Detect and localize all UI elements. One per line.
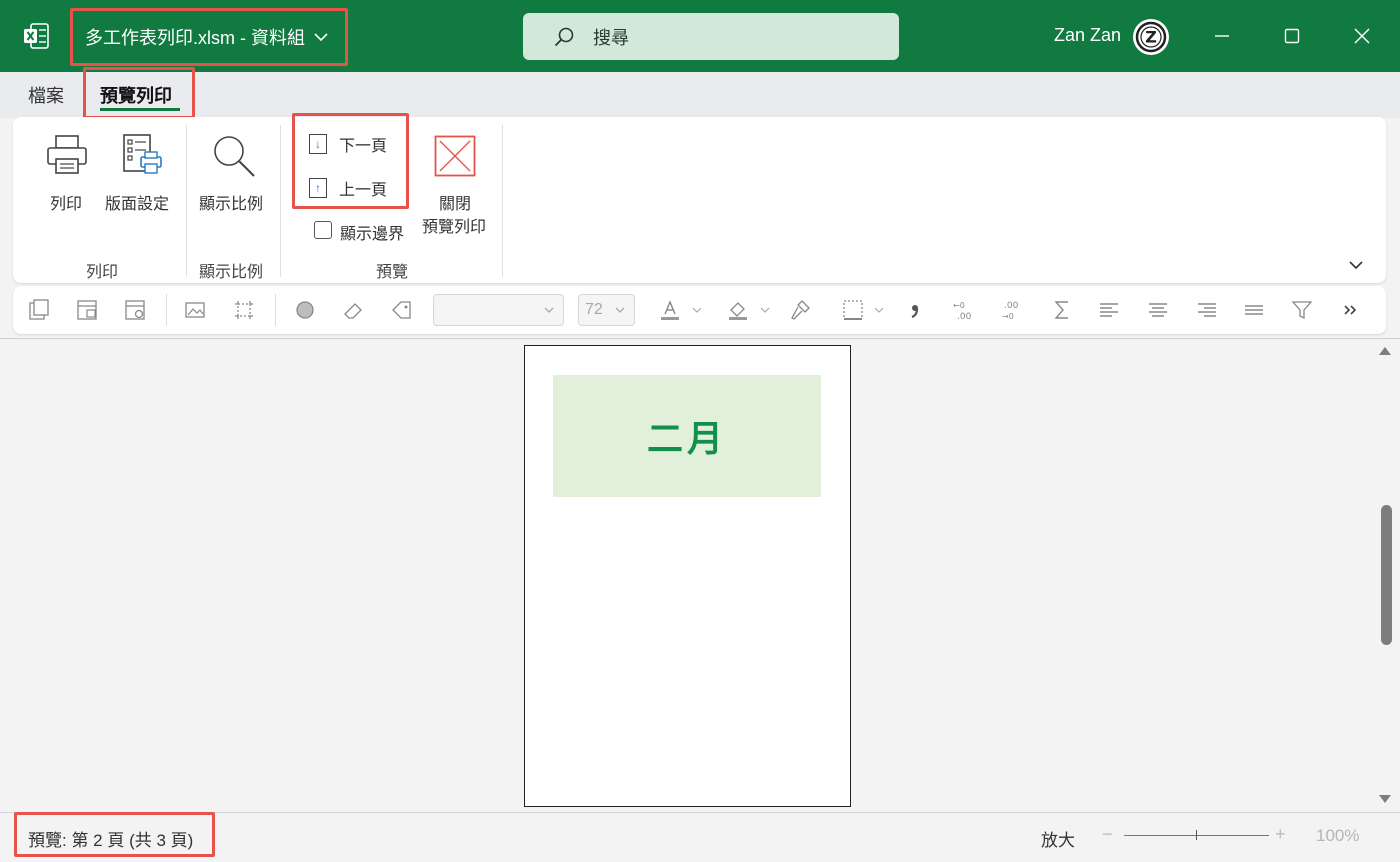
search-box[interactable]: 搜尋 xyxy=(523,13,899,60)
show-margins-label: 顯示邊界 xyxy=(340,226,405,243)
ribbon-separator xyxy=(186,125,187,277)
annotation-highlight-tab xyxy=(83,67,195,119)
toolbar-separator xyxy=(166,294,167,326)
document-title[interactable]: 多工作表列印.xlsm - 資料組 xyxy=(70,8,348,66)
zoom-in-button[interactable]: + xyxy=(1275,824,1286,845)
comma-style-icon[interactable] xyxy=(903,298,927,322)
page-setup-icon xyxy=(123,134,162,174)
zoom-out-button[interactable]: − xyxy=(1102,824,1113,845)
align-right-icon[interactable] xyxy=(1195,298,1219,322)
minimize-icon xyxy=(1215,35,1229,37)
svg-text:←0: ←0 xyxy=(953,301,965,310)
excel-logo-icon xyxy=(24,23,49,49)
document-title-text: 多工作表列印.xlsm - 資料組 xyxy=(85,28,305,48)
svg-text:→0: →0 xyxy=(1002,312,1014,321)
maximize-icon xyxy=(1284,28,1300,44)
quick-toolbar: 72 ←0.00 .00 →0 xyxy=(13,286,1386,334)
zoom-in-label[interactable]: 放大 xyxy=(1041,826,1075,851)
crop-icon[interactable] xyxy=(232,298,256,322)
zoom-button-label: 顯示比例 xyxy=(199,196,264,213)
print-button-label: 列印 xyxy=(50,196,83,213)
font-color-icon[interactable] xyxy=(658,298,682,322)
printer-icon xyxy=(47,135,87,174)
annotation-highlight-nav xyxy=(292,113,409,209)
chevron-down-icon xyxy=(544,307,554,313)
eraser-icon[interactable] xyxy=(341,298,365,322)
zoom-value[interactable]: 100% xyxy=(1316,826,1359,846)
svg-text:.00: .00 xyxy=(957,312,972,322)
ribbon: 列印 版面設定 列印 顯示比例 顯示比例 ↓ 下一頁 ↑ 上一頁 顯示邊界 關閉… xyxy=(13,113,1386,283)
vertical-scrollbar-thumb[interactable] xyxy=(1381,505,1392,645)
tag-icon[interactable] xyxy=(390,298,414,322)
ribbon-separator xyxy=(502,125,503,277)
font-name-select[interactable] xyxy=(433,294,564,326)
show-margins-checkbox[interactable] xyxy=(314,221,332,239)
chevron-down-icon[interactable] xyxy=(873,298,885,322)
decrease-decimal-icon[interactable]: .00→0 xyxy=(1000,298,1024,322)
avatar[interactable]: Z xyxy=(1133,19,1169,55)
filter-icon[interactable] xyxy=(1290,298,1314,322)
align-left-icon[interactable] xyxy=(1097,298,1121,322)
annotation-highlight-status xyxy=(14,812,215,857)
avatar-letter: Z xyxy=(1145,28,1157,47)
avatar-logo-icon: Z xyxy=(1135,21,1167,53)
page-view-icon[interactable] xyxy=(123,298,147,322)
search-icon xyxy=(554,27,574,46)
align-center-icon[interactable] xyxy=(1146,298,1170,322)
close-window-button[interactable] xyxy=(1348,22,1376,50)
font-size-value: 72 xyxy=(585,301,603,318)
close-icon xyxy=(1354,28,1370,44)
shape-fill-icon[interactable] xyxy=(293,298,317,322)
title-bar: 多工作表列印.xlsm - 資料組 搜尋 Zan Zan Z xyxy=(0,0,1400,72)
ribbon-separator xyxy=(280,125,281,277)
maximize-button[interactable] xyxy=(1278,22,1306,50)
page-setup-button-label: 版面設定 xyxy=(105,196,170,213)
user-name[interactable]: Zan Zan xyxy=(1054,25,1121,46)
sheets-icon[interactable] xyxy=(27,298,51,322)
increase-decimal-icon[interactable]: ←0.00 xyxy=(951,298,975,322)
month-heading-cell: 二月 xyxy=(553,375,821,497)
close-preview-label-line2: 預覽列印 xyxy=(422,219,487,236)
format-painter-icon[interactable] xyxy=(788,298,812,322)
scroll-up-arrow-icon[interactable] xyxy=(1378,345,1392,357)
toolbar-separator xyxy=(275,294,276,326)
close-preview-icon xyxy=(434,135,476,177)
justify-icon[interactable] xyxy=(1242,298,1266,322)
fill-color-icon[interactable] xyxy=(726,298,750,322)
close-preview-label-line1: 關閉 xyxy=(439,196,472,213)
chevron-down-icon xyxy=(615,307,625,313)
chevron-down-icon[interactable] xyxy=(759,298,771,322)
group-label-print: 列印 xyxy=(86,264,119,281)
group-label-preview: 預覽 xyxy=(376,264,409,281)
minimize-button[interactable] xyxy=(1208,22,1236,50)
search-placeholder: 搜尋 xyxy=(593,27,629,48)
collapse-ribbon-icon[interactable] xyxy=(1348,258,1364,272)
font-size-select[interactable]: 72 xyxy=(578,294,635,326)
preview-page: 二月 xyxy=(524,345,851,807)
month-heading: 二月 xyxy=(646,418,727,459)
tab-file[interactable]: 檔案 xyxy=(28,82,64,108)
page-layout-icon[interactable] xyxy=(75,298,99,322)
zoom-slider-knob[interactable] xyxy=(1196,830,1197,840)
autosum-icon[interactable] xyxy=(1050,298,1074,322)
magnifier-icon xyxy=(214,136,255,177)
chevron-down-icon[interactable] xyxy=(691,298,703,322)
chevron-down-icon xyxy=(314,33,328,42)
more-options-icon[interactable] xyxy=(1338,298,1362,322)
preview-area: 二月 xyxy=(0,338,1400,812)
svg-text:.00: .00 xyxy=(1004,301,1019,311)
group-label-zoom: 顯示比例 xyxy=(199,264,264,281)
picture-icon[interactable] xyxy=(183,298,207,322)
ribbon-tabs: 檔案 預覽列印 xyxy=(0,72,1400,118)
scroll-down-arrow-icon[interactable] xyxy=(1378,793,1392,805)
borders-icon[interactable] xyxy=(841,298,865,322)
